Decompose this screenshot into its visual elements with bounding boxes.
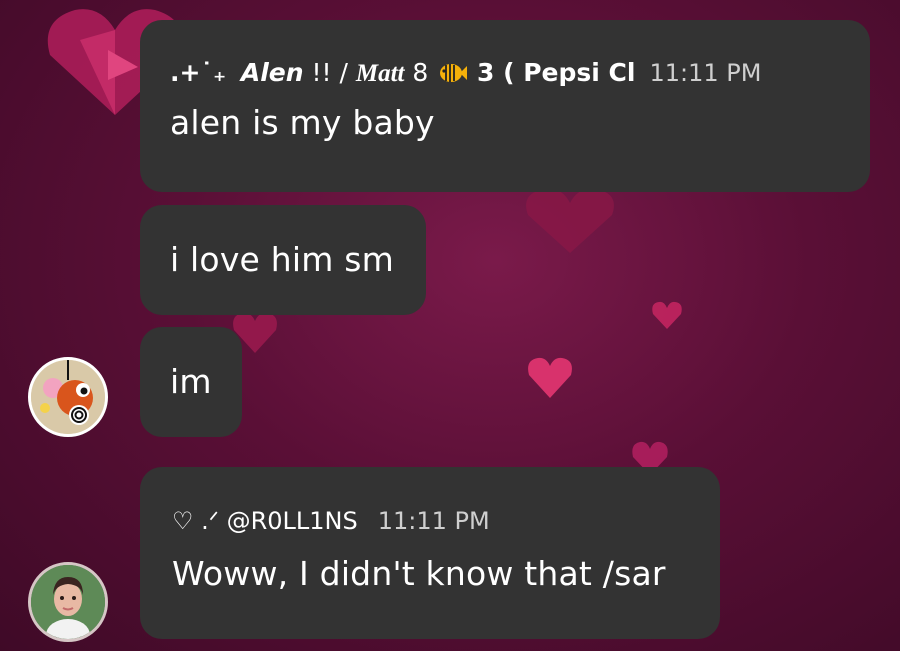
- background-heart-icon: [652, 301, 682, 329]
- message-bubble[interactable]: .+˙₊ Alen !! / Matt 8 3 ( Pepsi Cl 11:11…: [140, 20, 870, 192]
- sender-name[interactable]: .+˙₊ Alen !! / Matt 8 3 ( Pepsi Cl: [170, 58, 635, 88]
- message-time: 11:11 PM: [649, 59, 762, 87]
- sender-tail-2: 3 ( Pepsi Cl: [468, 58, 636, 87]
- message-text: im: [170, 362, 212, 401]
- tropical-fish-icon: [440, 64, 468, 82]
- message-bubble[interactable]: ♡ .ᐟ @R0LL1NS 11:11 PM Woww, I didn't kn…: [140, 467, 720, 639]
- message-header: .+˙₊ Alen !! / Matt 8 3 ( Pepsi Cl 11:11…: [170, 58, 840, 88]
- background-heart-icon: [528, 357, 572, 398]
- avatar[interactable]: [28, 562, 108, 642]
- cartoon-avatar-icon: [31, 360, 105, 434]
- sender-main: Alen: [240, 58, 304, 87]
- sender-tail: 8: [404, 58, 437, 87]
- background-heart-icon: [526, 188, 614, 253]
- message-bubble[interactable]: im: [140, 327, 242, 437]
- avatar[interactable]: [28, 357, 108, 437]
- sender-serif: Matt: [355, 60, 405, 87]
- message-text: i love him sm: [170, 240, 394, 279]
- sender-prefix: .+˙₊: [170, 58, 227, 87]
- message-time: 11:11 PM: [377, 507, 490, 535]
- background-heart-icon: [108, 50, 138, 80]
- message-bubble[interactable]: i love him sm: [140, 205, 426, 315]
- person-avatar-icon: [31, 565, 105, 639]
- sender-mid: !! /: [303, 58, 356, 87]
- message-text: alen is my baby: [170, 103, 435, 142]
- sender-name[interactable]: ♡ .ᐟ @R0LL1NS: [172, 507, 358, 535]
- message-text: Woww, I didn't know that /sar: [172, 554, 666, 593]
- message-header: ♡ .ᐟ @R0LL1NS 11:11 PM: [172, 507, 690, 535]
